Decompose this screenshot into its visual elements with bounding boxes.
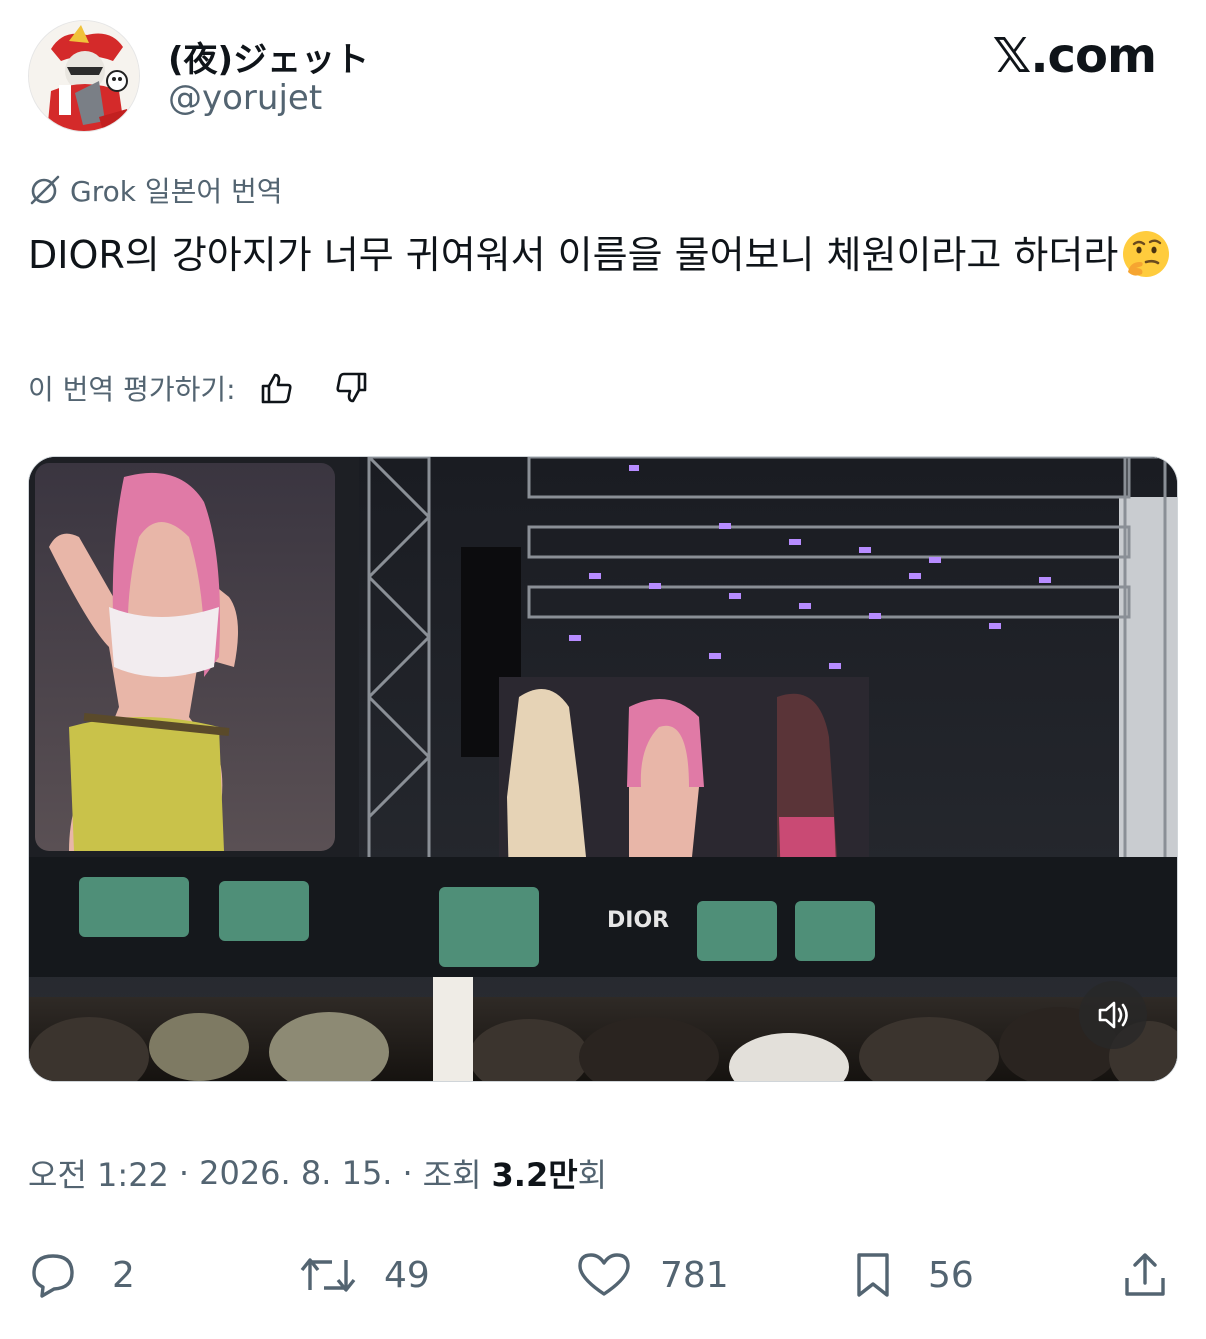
meta-separator: · [178,1154,190,1192]
thumbs-up-button[interactable] [256,368,296,408]
translation-label-row[interactable]: Grok 일본어 번역 [28,170,283,210]
action-bar: 2 49 781 56 [28,1240,1178,1310]
views-count: 3.2만 [491,1156,578,1194]
views-label: 조회 [422,1156,482,1194]
tweet-date[interactable]: 2026. 8. 15. [199,1154,392,1192]
avatar[interactable] [28,20,140,132]
share-icon [1125,1253,1165,1296]
bookmark-icon [857,1253,889,1297]
tweet-text: DIOR의 강아지가 너무 귀여워서 이름을 물어보니 체원이라고 하더라 [28,226,1178,284]
tweet-video[interactable]: DIOR [28,456,1178,1082]
speaker-muted-icon [1098,1001,1128,1029]
share-button[interactable] [1120,1240,1170,1310]
display-name[interactable]: (夜)ジェット [168,32,369,81]
thumbs-down-icon [336,372,366,403]
rate-translation-label: 이 번역 평가하기: [28,373,236,406]
thinking-face-icon [1123,231,1170,277]
bookmark-count: 56 [928,1254,974,1296]
like-count: 781 [660,1254,729,1296]
grok-icon [30,175,60,205]
reply-count: 2 [112,1254,135,1296]
x-logo: 𝕏.com [992,28,1157,84]
user-handle[interactable]: @yorujet [168,78,322,118]
concert-video-frame: DIOR [29,457,1177,1081]
tweet-time[interactable]: 오전 1:22 [28,1150,169,1196]
tweet-meta: 오전 1:22 · 2026. 8. 15. · 조회 3.2만 회 [28,1150,607,1196]
repost-icon [300,1258,356,1292]
repost-button[interactable]: 49 [298,1240,430,1310]
tweet-header: (夜)ジェット @yorujet 𝕏.com [28,20,1178,136]
heart-icon [578,1253,630,1296]
reply-icon [32,1254,74,1298]
rate-translation-row: 이 번역 평가하기: [28,366,372,410]
tweet-body: DIOR의 강아지가 너무 귀여워서 이름을 물어보니 체원이라고 하더라 [28,233,1119,277]
meta-separator: · [402,1154,413,1192]
thumbs-down-button[interactable] [332,368,372,408]
reply-button[interactable]: 2 [28,1240,135,1310]
views-suffix: 회 [577,1156,608,1194]
like-button[interactable]: 781 [574,1240,729,1310]
stage-logo: DIOR [607,908,669,933]
thumbs-up-icon [261,373,292,404]
mute-button[interactable] [1079,981,1147,1049]
bookmark-button[interactable]: 56 [848,1240,974,1310]
translation-label: Grok 일본어 번역 [70,175,283,208]
repost-count: 49 [384,1254,430,1296]
